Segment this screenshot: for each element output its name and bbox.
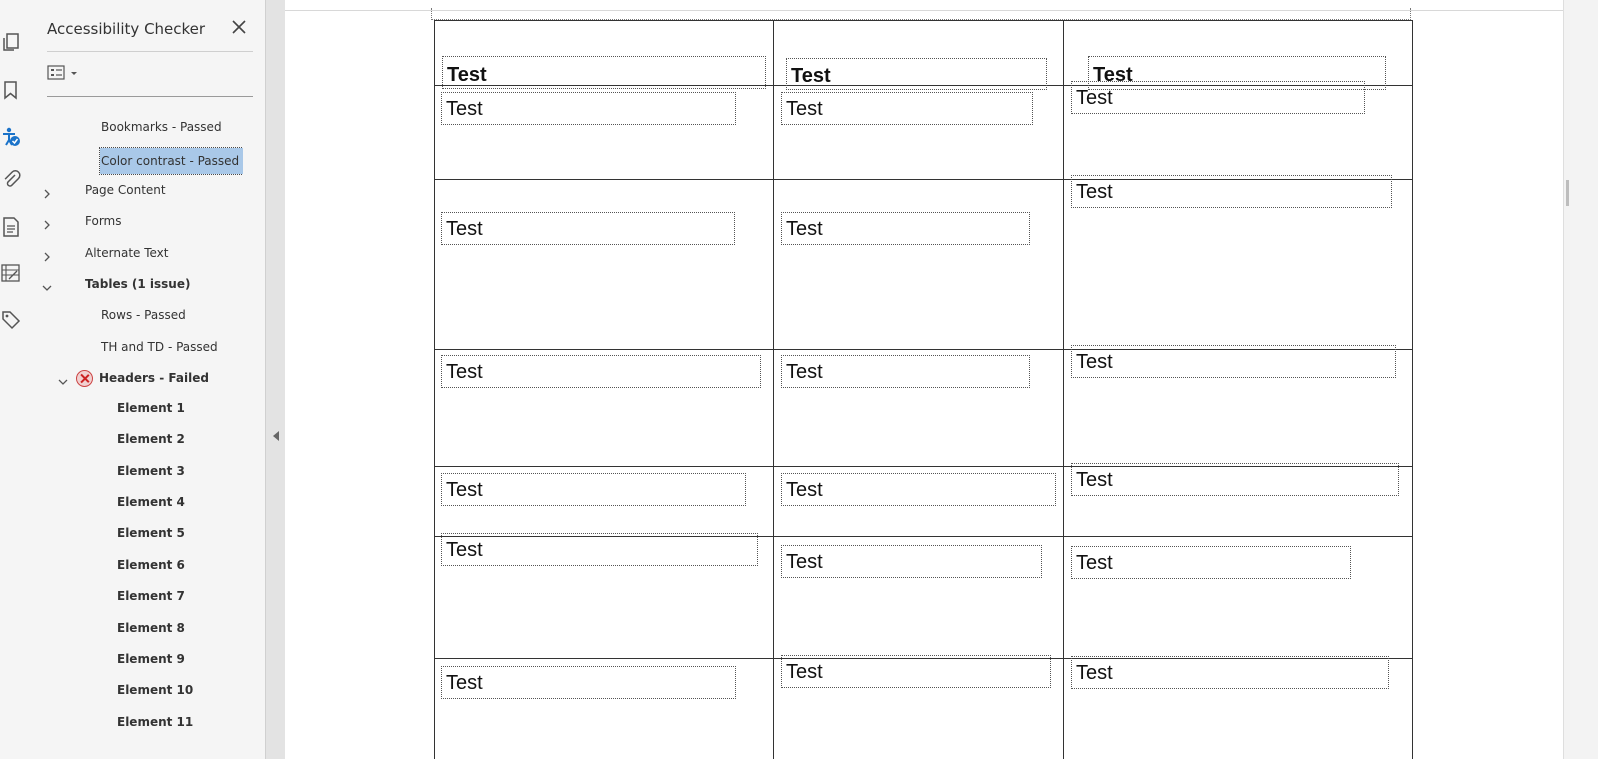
tree-item-color-contrast[interactable]: Color contrast - Passed manually (99, 147, 243, 175)
scrollbar-thumb[interactable] (1566, 180, 1569, 206)
table-cell-field[interactable]: Test (781, 655, 1051, 688)
table-cell-text: Test (1076, 662, 1113, 684)
tree-item-element[interactable]: Element 5 (117, 522, 185, 544)
table-cell-field[interactable]: Test (781, 473, 1056, 506)
table-cell-text: Test (1076, 181, 1113, 203)
accessibility-tree: Bookmarks - Passed Color contrast - Pass… (31, 97, 243, 759)
tree-item-element[interactable]: Element 1 (117, 397, 185, 419)
header-cell-field[interactable]: Test (442, 56, 766, 89)
collapse-panel-icon[interactable] (272, 429, 280, 441)
pages-icon[interactable] (0, 31, 22, 53)
tree-item-tables[interactable]: Tables (1 issue) (85, 273, 190, 295)
table-cell-text: Test (1076, 469, 1113, 491)
table-border (1412, 20, 1413, 759)
accessibility-checker-panel: Accessibility Checker Bookmarks - Passed… (31, 0, 289, 759)
table-cell-text: Test (446, 479, 483, 501)
tree-item-element[interactable]: Element 10 (117, 679, 193, 701)
table-cell-text: Test (786, 479, 823, 501)
tree-item-element[interactable]: Element 6 (117, 554, 185, 576)
tree-item-th-td[interactable]: TH and TD - Passed (101, 336, 218, 358)
table-cell-field[interactable]: Test (1071, 546, 1351, 579)
chevron-right-icon[interactable] (41, 187, 53, 199)
table-cell-field[interactable]: Test (441, 212, 735, 245)
table-cell-text: Test (786, 361, 823, 383)
tree-item-rows[interactable]: Rows - Passed (101, 304, 186, 326)
table-cell-text: Test (446, 218, 483, 240)
tree-item-element[interactable]: Element 7 (117, 585, 185, 607)
table-border (1063, 20, 1064, 759)
table-cell-text: Test (446, 98, 483, 120)
header-cell-field[interactable]: Test (786, 58, 1047, 90)
table-cell-text: Test (446, 539, 483, 561)
table-cell-text: Test (786, 218, 823, 240)
content-icon[interactable] (0, 262, 22, 284)
table-cell-text: Test (786, 661, 823, 683)
table-cell-field[interactable]: Test (441, 666, 736, 699)
chevron-down-icon[interactable] (41, 281, 53, 293)
table-border (434, 20, 435, 759)
tree-item-forms[interactable]: Forms (85, 210, 121, 232)
table-cell-text: Test (1076, 87, 1113, 109)
error-icon (76, 369, 93, 387)
tree-item-element[interactable]: Element 9 (117, 648, 185, 670)
document-scrollbar[interactable] (1563, 0, 1598, 759)
tree-item-element[interactable]: Element 4 (117, 491, 185, 513)
attachment-icon[interactable] (0, 169, 22, 191)
header-cell-text: Test (791, 65, 831, 87)
table-border (773, 20, 774, 759)
tree-item-headers[interactable]: Headers - Failed (76, 367, 209, 389)
left-icon-rail (0, 0, 32, 759)
tree-item-element[interactable]: Element 11 (117, 711, 193, 733)
document-icon[interactable] (0, 216, 22, 238)
table-cell-field[interactable]: Test (781, 92, 1033, 125)
table-cell-field[interactable]: Test (441, 92, 736, 125)
table-cell-field[interactable]: Test (1071, 345, 1396, 378)
tree-item-element[interactable]: Element 8 (117, 617, 185, 639)
chevron-right-icon[interactable] (41, 250, 53, 262)
table-border (434, 20, 1413, 21)
tree-item-alternate-text[interactable]: Alternate Text (85, 242, 168, 264)
options-menu-button[interactable] (47, 63, 83, 85)
tree-item-page-content[interactable]: Page Content (85, 179, 166, 201)
panel-title: Accessibility Checker (47, 20, 206, 38)
bookmark-icon[interactable] (0, 79, 22, 101)
tree-item-label: Headers - Failed (99, 371, 209, 385)
document-page: Test Test Test Test Test Test Test Test … (285, 0, 1563, 759)
accessibility-icon[interactable] (0, 125, 22, 147)
table-cell-field[interactable]: Test (441, 473, 746, 506)
table-cell-field[interactable]: Test (441, 355, 761, 388)
table-cell-field[interactable]: Test (1071, 463, 1399, 496)
table-cell-text: Test (1076, 351, 1113, 373)
divider (47, 51, 253, 52)
panel-splitter[interactable] (265, 0, 286, 759)
chevron-right-icon[interactable] (41, 218, 53, 230)
chevron-down-icon[interactable] (57, 375, 69, 387)
tree-item-element[interactable]: Element 3 (117, 460, 185, 482)
table-cell-field[interactable]: Test (1071, 656, 1389, 689)
table-cell-text: Test (446, 361, 483, 383)
header-cell-text: Test (447, 64, 487, 86)
tree-item-element[interactable]: Element 2 (117, 428, 185, 450)
table-cell-field[interactable]: Test (1071, 81, 1365, 114)
table-cell-text: Test (446, 672, 483, 694)
table-cell-text: Test (1076, 552, 1113, 574)
table-cell-text: Test (786, 98, 823, 120)
header-artifact (431, 8, 1411, 20)
table-cell-field[interactable]: Test (781, 355, 1030, 388)
tree-item-bookmarks[interactable]: Bookmarks - Passed (101, 116, 222, 138)
close-icon[interactable] (229, 17, 249, 37)
table-cell-field[interactable]: Test (441, 533, 758, 566)
tags-icon[interactable] (0, 309, 22, 331)
table-cell-field[interactable]: Test (781, 212, 1030, 245)
table-cell-field[interactable]: Test (1071, 175, 1392, 208)
table-cell-text: Test (786, 551, 823, 573)
table-cell-field[interactable]: Test (781, 545, 1042, 578)
